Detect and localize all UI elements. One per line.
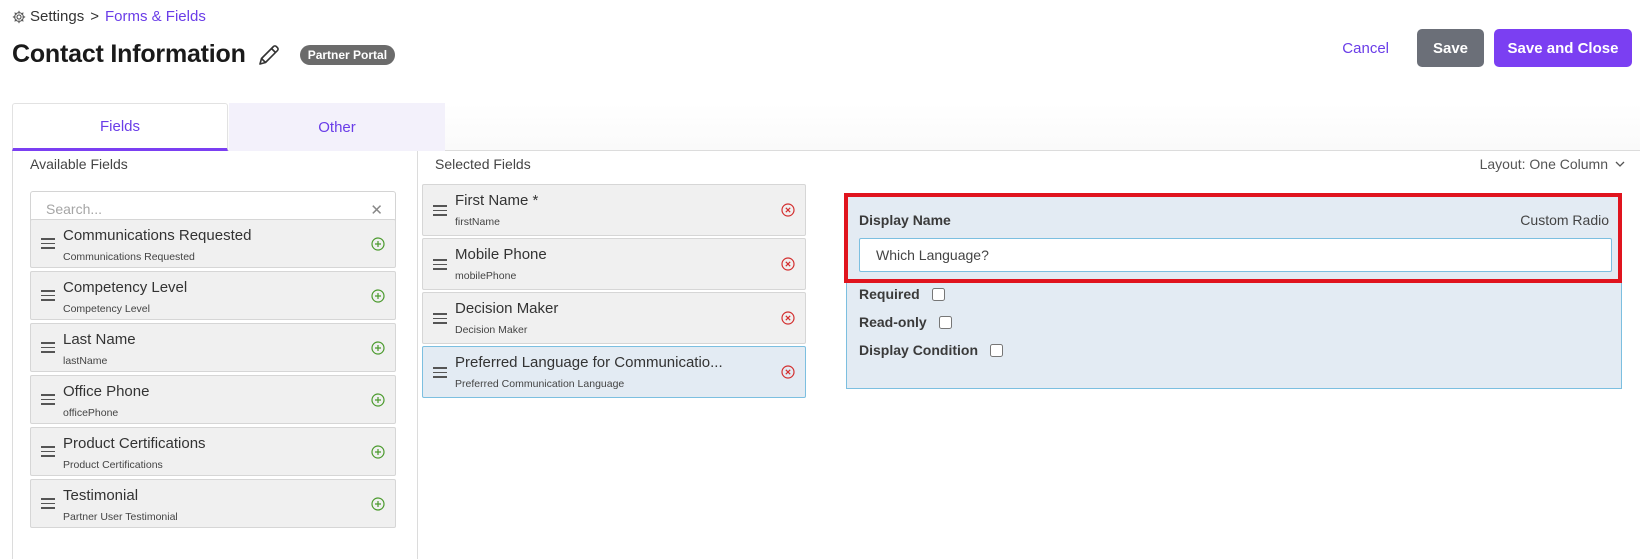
selected-field-item[interactable]: First Name * firstName bbox=[422, 184, 806, 236]
display-name-input[interactable] bbox=[859, 238, 1612, 272]
field-key: Preferred Communication Language bbox=[455, 378, 625, 390]
cancel-button[interactable]: Cancel bbox=[1324, 29, 1407, 67]
field-key: mobilePhone bbox=[455, 270, 517, 282]
tab-fields[interactable]: Fields bbox=[12, 103, 228, 151]
field-name: Mobile Phone bbox=[455, 246, 547, 263]
field-detail-panel: Display Name Custom Radio Required Read-… bbox=[844, 193, 1622, 389]
remove-circle-icon[interactable] bbox=[781, 311, 795, 325]
selected-fields-panel: Selected Fields Layout: One Column First… bbox=[418, 151, 1640, 559]
field-key: Communications Requested bbox=[63, 251, 195, 263]
display-condition-row: Display Condition bbox=[859, 342, 1003, 358]
field-name: Competency Level bbox=[63, 279, 188, 296]
available-field-item[interactable]: Office Phone officePhone bbox=[30, 375, 396, 424]
add-circle-icon[interactable] bbox=[371, 497, 385, 511]
readonly-label: Read-only bbox=[859, 314, 927, 330]
breadcrumb-separator: > bbox=[90, 8, 99, 25]
header-actions: Cancel Save Save and Close bbox=[1324, 29, 1632, 67]
gear-icon bbox=[12, 10, 26, 23]
display-name-label: Display Name bbox=[859, 212, 951, 228]
add-circle-icon[interactable] bbox=[371, 237, 385, 251]
drag-handle-icon[interactable] bbox=[41, 446, 55, 458]
available-field-item[interactable]: Testimonial Partner User Testimonial bbox=[30, 479, 396, 528]
drag-handle-icon[interactable] bbox=[41, 290, 55, 302]
display-condition-label: Display Condition bbox=[859, 342, 978, 358]
drag-handle-icon[interactable] bbox=[433, 259, 447, 271]
page-title: Contact Information bbox=[12, 40, 246, 68]
field-key: lastName bbox=[63, 355, 108, 367]
selected-field-item[interactable]: Decision Maker Decision Maker bbox=[422, 292, 806, 344]
field-name: Preferred Language for Communicatio... bbox=[455, 354, 723, 371]
selected-field-item[interactable]: Mobile Phone mobilePhone bbox=[422, 238, 806, 290]
drag-handle-icon[interactable] bbox=[41, 394, 55, 406]
field-key: Decision Maker bbox=[455, 324, 528, 336]
field-name: Testimonial bbox=[63, 487, 139, 504]
drag-handle-icon[interactable] bbox=[41, 498, 55, 510]
drag-handle-icon[interactable] bbox=[433, 313, 447, 325]
available-field-item[interactable]: Communications Requested Communications … bbox=[30, 219, 396, 268]
field-key: Product Certifications bbox=[63, 459, 163, 471]
remove-circle-icon[interactable] bbox=[781, 257, 795, 271]
required-label: Required bbox=[859, 286, 920, 302]
drag-handle-icon[interactable] bbox=[41, 238, 55, 250]
required-row: Required bbox=[859, 286, 945, 302]
field-name: Decision Maker bbox=[455, 300, 559, 317]
remove-circle-icon[interactable] bbox=[781, 203, 795, 217]
readonly-row: Read-only bbox=[859, 314, 952, 330]
tab-other[interactable]: Other bbox=[229, 103, 445, 151]
save-button[interactable]: Save bbox=[1417, 29, 1484, 67]
title-row: Contact Information Partner Portal bbox=[12, 40, 396, 69]
add-circle-icon[interactable] bbox=[371, 289, 385, 303]
chevron-down-icon bbox=[1615, 161, 1625, 167]
available-fields-heading: Available Fields bbox=[30, 156, 128, 172]
drag-handle-icon[interactable] bbox=[41, 342, 55, 354]
available-field-item[interactable]: Competency Level Competency Level bbox=[30, 271, 396, 320]
selected-fields-heading: Selected Fields bbox=[435, 156, 531, 172]
breadcrumb-settings[interactable]: Settings bbox=[30, 8, 84, 25]
field-type-label: Custom Radio bbox=[1520, 212, 1609, 228]
field-key: officePhone bbox=[63, 407, 119, 419]
drag-handle-icon[interactable] bbox=[433, 205, 447, 217]
available-field-item[interactable]: Product Certifications Product Certifica… bbox=[30, 427, 396, 476]
drag-handle-icon[interactable] bbox=[433, 367, 447, 379]
add-circle-icon[interactable] bbox=[371, 341, 385, 355]
field-key: Partner User Testimonial bbox=[63, 511, 178, 523]
selected-field-item-active[interactable]: Preferred Language for Communicatio... P… bbox=[422, 346, 806, 398]
layout-select-label: Layout: One Column bbox=[1479, 156, 1608, 172]
save-and-close-button[interactable]: Save and Close bbox=[1494, 29, 1632, 67]
pencil-icon[interactable] bbox=[256, 42, 282, 68]
field-name: Communications Requested bbox=[63, 227, 252, 244]
required-checkbox[interactable] bbox=[931, 287, 945, 301]
field-name: Office Phone bbox=[63, 383, 150, 400]
field-name: Last Name bbox=[63, 331, 136, 348]
display-condition-checkbox[interactable] bbox=[990, 343, 1003, 357]
breadcrumb: Settings > Forms & Fields bbox=[12, 8, 206, 25]
add-circle-icon[interactable] bbox=[371, 445, 385, 459]
field-key: Competency Level bbox=[63, 303, 150, 315]
available-fields-panel: Available Fields ✕ Communications Reques… bbox=[12, 151, 418, 559]
field-name: Product Certifications bbox=[63, 435, 206, 452]
breadcrumb-forms-fields[interactable]: Forms & Fields bbox=[105, 8, 206, 25]
tabs-bar: Fields Other bbox=[12, 103, 1640, 151]
available-field-item[interactable]: Last Name lastName bbox=[30, 323, 396, 372]
portal-badge: Partner Portal bbox=[299, 44, 396, 65]
clear-search-icon[interactable]: ✕ bbox=[370, 201, 383, 219]
field-key: firstName bbox=[455, 216, 500, 228]
add-circle-icon[interactable] bbox=[371, 393, 385, 407]
layout-select[interactable]: Layout: One Column bbox=[1480, 156, 1626, 172]
field-name: First Name * bbox=[455, 192, 539, 209]
remove-circle-icon[interactable] bbox=[781, 365, 795, 379]
readonly-checkbox[interactable] bbox=[938, 315, 952, 329]
